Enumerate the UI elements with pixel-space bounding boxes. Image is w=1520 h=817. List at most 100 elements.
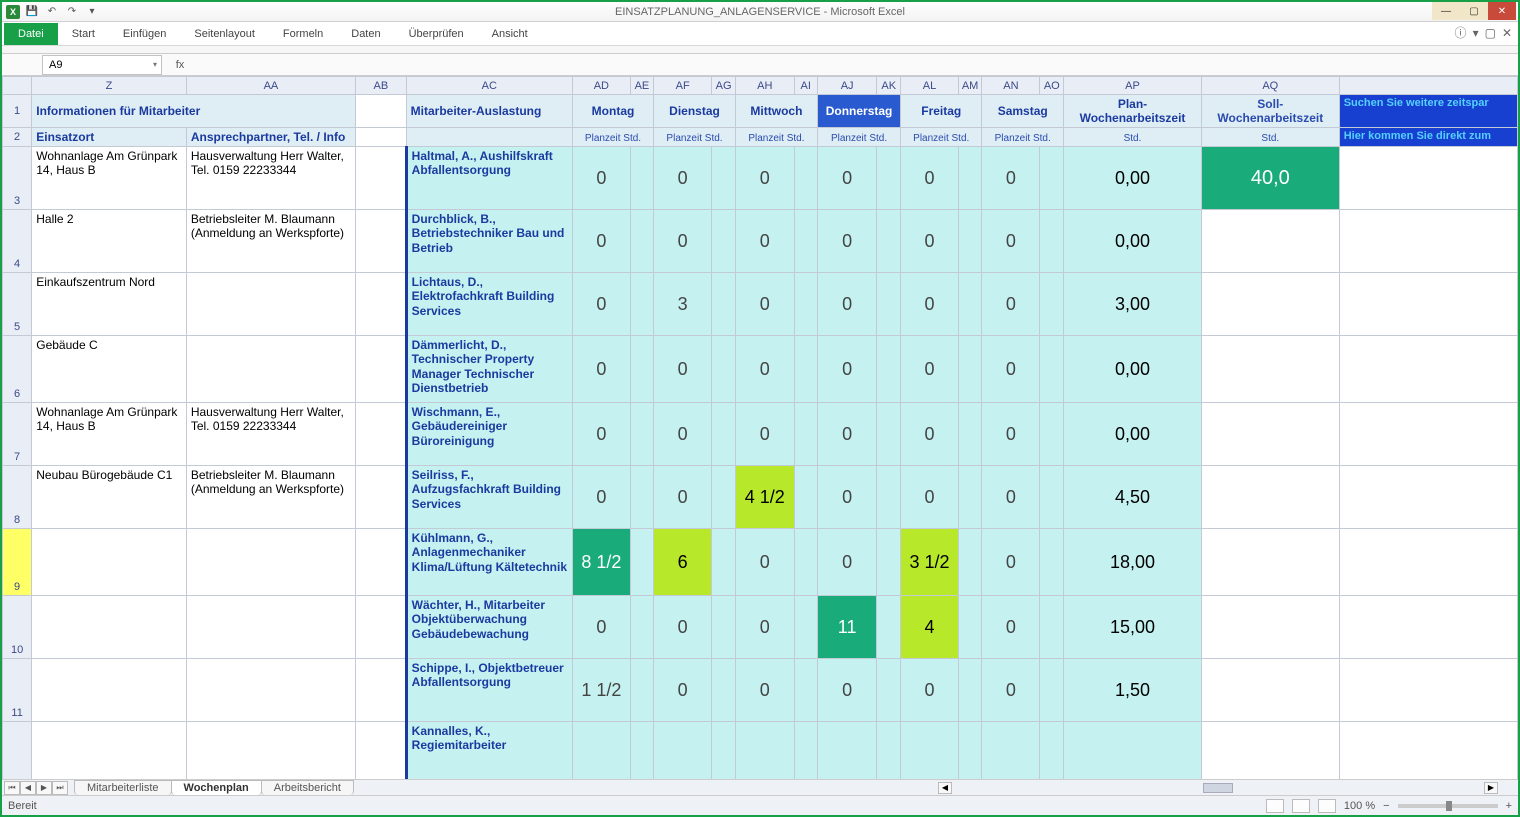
cell-day-value[interactable]: 0 [654, 596, 712, 659]
row-header[interactable]: 3 [3, 147, 32, 210]
cell-ansprechpartner[interactable]: Hausverwaltung Herr Walter, Tel. 0159 22… [186, 147, 355, 210]
cell-einsatzort[interactable] [32, 596, 187, 659]
cell-plan[interactable]: 0,00 [1064, 336, 1202, 403]
cell-soll[interactable] [1201, 722, 1339, 780]
cell-ansprechpartner[interactable] [186, 722, 355, 780]
cell-plan[interactable]: 18,00 [1064, 529, 1202, 596]
cell-mitarbeiter[interactable]: Kannalles, K., Regiemitarbeiter [406, 722, 572, 780]
cell-plan[interactable]: 0,00 [1064, 147, 1202, 210]
cell-einsatzort[interactable] [32, 659, 187, 722]
cell-day-value[interactable]: 0 [901, 210, 959, 273]
column-header[interactable]: Z [32, 77, 187, 95]
sheet-tab[interactable]: Mitarbeiterliste [74, 780, 172, 795]
cell-day-value[interactable]: 0 [735, 403, 794, 466]
restore-window-icon[interactable]: ▢ [1485, 26, 1496, 40]
view-normal-icon[interactable] [1266, 799, 1284, 813]
cell-soll[interactable] [1201, 659, 1339, 722]
cell-day-value[interactable]: 0 [735, 529, 794, 596]
cell-day-value[interactable]: 0 [901, 336, 959, 403]
cell-plan[interactable]: 1,50 [1064, 659, 1202, 722]
row-header[interactable] [3, 722, 32, 780]
cell-day-value[interactable]: 3 1/2 [901, 529, 959, 596]
column-header[interactable]: AQ [1201, 77, 1339, 95]
row-header[interactable]: 6 [3, 336, 32, 403]
sheet-tab[interactable]: Arbeitsbericht [261, 780, 354, 795]
cell-day-value[interactable]: 8 1/2 [572, 529, 630, 596]
cell-day-value[interactable]: 0 [817, 659, 876, 722]
cell-day-value[interactable]: 0 [735, 273, 794, 336]
close-button[interactable]: ✕ [1488, 2, 1516, 20]
worksheet[interactable]: ZAAABACADAEAFAGAHAIAJAKALAMANAOAPAQ1Info… [2, 76, 1518, 779]
cell-mitarbeiter[interactable]: Schippe, I., Objektbetreuer Abfallentsor… [406, 659, 572, 722]
cell-day-value[interactable]: 0 [572, 273, 630, 336]
cell-einsatzort[interactable] [32, 722, 187, 780]
view-layout-icon[interactable] [1292, 799, 1310, 813]
cell-mitarbeiter[interactable]: Dämmerlicht, D., Technischer Property Ma… [406, 336, 572, 403]
ribbon-tab[interactable]: Ansicht [478, 23, 542, 45]
minimize-ribbon-icon[interactable]: ▾ [1473, 26, 1479, 40]
cell-day-value[interactable]: 0 [982, 403, 1040, 466]
row-header[interactable]: 2 [3, 128, 32, 147]
row-header[interactable]: 1 [3, 95, 32, 128]
cell-soll[interactable]: 40,0 [1201, 147, 1339, 210]
ribbon-tab[interactable]: Start [58, 23, 109, 45]
row-header[interactable]: 7 [3, 403, 32, 466]
cell-day-value[interactable]: 0 [817, 336, 876, 403]
cell-plan[interactable]: 0,00 [1064, 403, 1202, 466]
zoom-out-icon[interactable]: − [1383, 800, 1389, 812]
cell-day-value[interactable]: 0 [901, 659, 959, 722]
sheet-tab[interactable]: Wochenplan [171, 780, 262, 795]
cell-day-value[interactable] [572, 722, 630, 780]
cell-day-value[interactable]: 0 [901, 147, 959, 210]
cell-day-value[interactable]: 0 [982, 273, 1040, 336]
row-header[interactable]: 5 [3, 273, 32, 336]
column-header[interactable]: AP [1064, 77, 1202, 95]
cell-soll[interactable] [1201, 336, 1339, 403]
column-header[interactable]: AC [406, 77, 572, 95]
cell-day-value[interactable]: 0 [982, 336, 1040, 403]
column-header[interactable]: AD [572, 77, 630, 95]
cell-day-value[interactable]: 0 [654, 210, 712, 273]
cell-day-value[interactable]: 0 [982, 659, 1040, 722]
cell-mitarbeiter[interactable]: Wischmann, E., Gebäudereiniger Büroreini… [406, 403, 572, 466]
cell-day-value[interactable]: 0 [982, 596, 1040, 659]
cell-soll[interactable] [1201, 596, 1339, 659]
zoom-in-icon[interactable]: + [1506, 800, 1512, 812]
ribbon-tab[interactable]: Daten [337, 23, 394, 45]
row-header[interactable]: 10 [3, 596, 32, 659]
cell-mitarbeiter[interactable]: Wächter, H., Mitarbeiter Objektüberwachu… [406, 596, 572, 659]
cell-soll[interactable] [1201, 403, 1339, 466]
column-header[interactable]: AO [1040, 77, 1064, 95]
row-header[interactable]: 8 [3, 466, 32, 529]
column-header[interactable]: AG [712, 77, 736, 95]
cell-mitarbeiter[interactable]: Durchblick, B., Betriebstechniker Bau un… [406, 210, 572, 273]
cell-day-value[interactable]: 0 [901, 403, 959, 466]
cell-day-value[interactable]: 0 [817, 466, 876, 529]
scroll-thumb[interactable] [1203, 783, 1233, 793]
cell-mitarbeiter[interactable]: Haltmal, A., Aushilfskraft Abfallentsorg… [406, 147, 572, 210]
cell-day-value[interactable]: 0 [572, 596, 630, 659]
cell-soll[interactable] [1201, 210, 1339, 273]
cell-day-value[interactable]: 0 [654, 659, 712, 722]
cell-day-value[interactable]: 0 [654, 403, 712, 466]
cell-plan[interactable] [1064, 722, 1202, 780]
cell-ansprechpartner[interactable] [186, 529, 355, 596]
cell-einsatzort[interactable] [32, 529, 187, 596]
file-tab[interactable]: Datei [4, 23, 58, 45]
cell-einsatzort[interactable]: Wohnanlage Am Grünpark 14, Haus B [32, 403, 187, 466]
cell-day-value[interactable]: 6 [654, 529, 712, 596]
cell-day-value[interactable]: 0 [735, 147, 794, 210]
sheet-nav-next[interactable]: ▶ [36, 781, 52, 795]
column-header[interactable]: AH [735, 77, 794, 95]
cell-plan[interactable]: 3,00 [1064, 273, 1202, 336]
column-header[interactable] [1339, 77, 1517, 95]
row-header[interactable]: 11 [3, 659, 32, 722]
cell-day-value[interactable] [654, 722, 712, 780]
cell-day-value[interactable]: 0 [817, 210, 876, 273]
cell-ansprechpartner[interactable] [186, 336, 355, 403]
cell-day-value[interactable]: 0 [982, 466, 1040, 529]
column-header[interactable]: AN [982, 77, 1040, 95]
column-header[interactable]: AB [356, 77, 407, 95]
fx-icon[interactable]: fx [170, 59, 190, 71]
cell-day-value[interactable]: 0 [982, 147, 1040, 210]
